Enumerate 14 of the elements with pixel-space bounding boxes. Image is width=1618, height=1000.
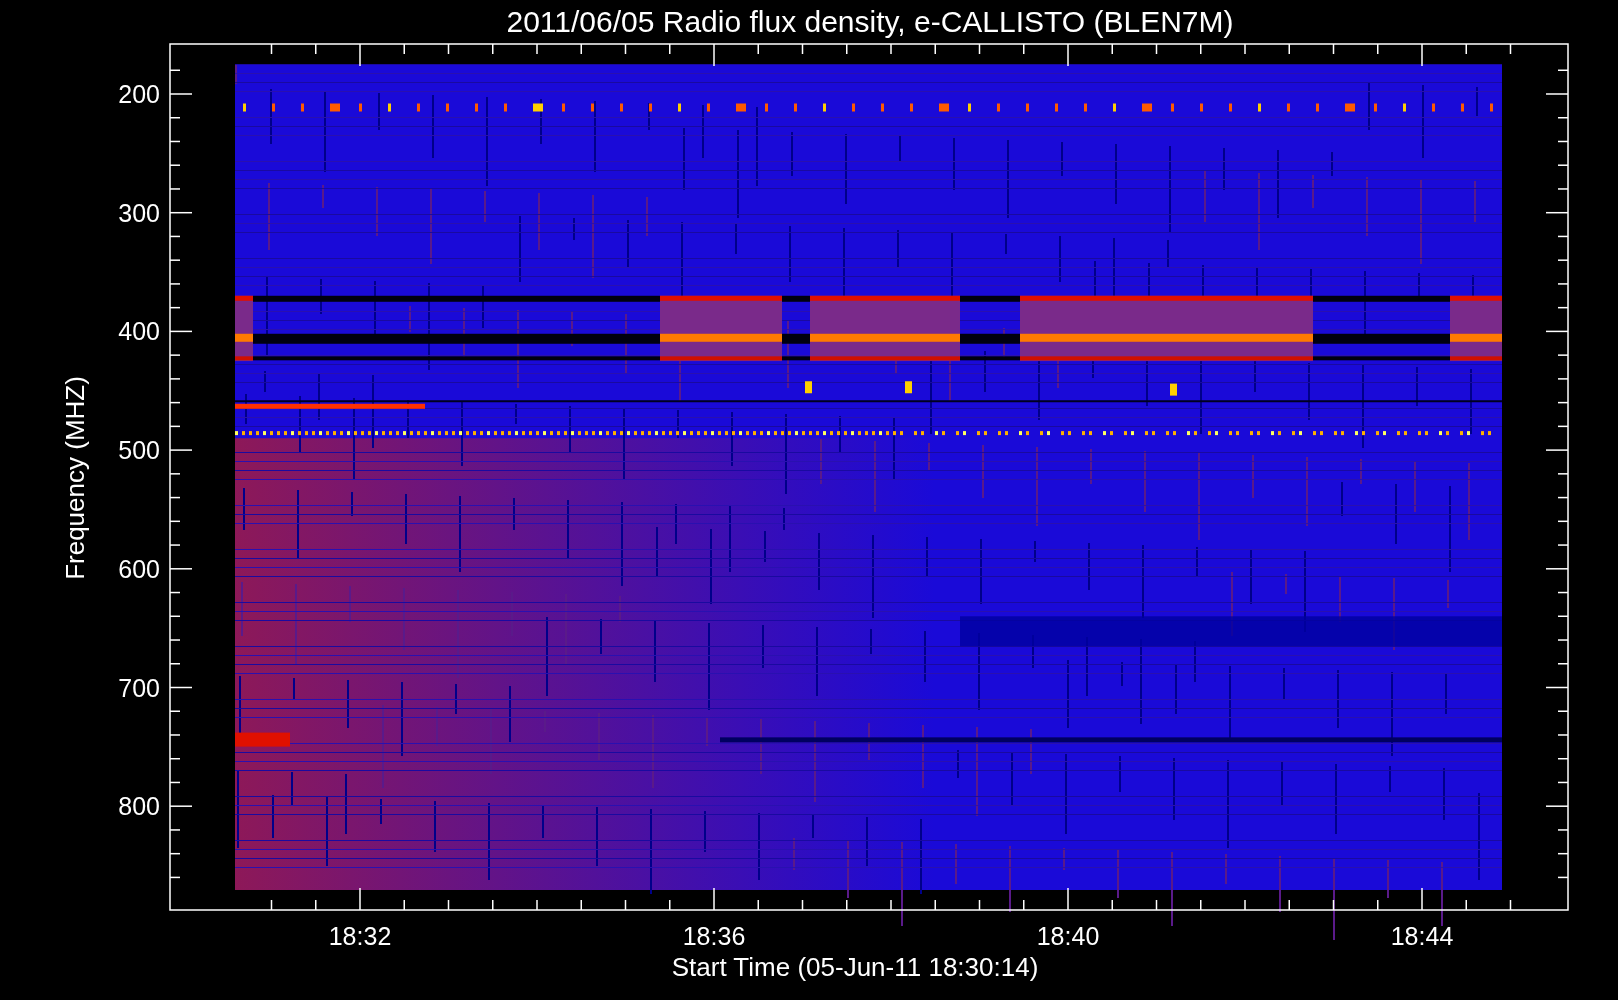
x-tick-label: 18:44 (1390, 922, 1454, 950)
y-tick-label: 300 (118, 198, 160, 227)
y-tick-label: 200 (118, 80, 160, 108)
x-tick-label: 18:40 (1036, 922, 1100, 950)
y-tick-label: 800 (118, 792, 160, 821)
y-tick-label: 700 (118, 673, 160, 702)
y-tick-label: 600 (118, 554, 160, 583)
x-tick-label: 18:36 (682, 922, 746, 950)
y-tick-label: 500 (118, 436, 160, 465)
x-tick-label: 18:32 (328, 922, 392, 950)
y-tick-label: 400 (118, 317, 160, 346)
x-axis-label: Start Time (05-Jun-11 18:30:14) (671, 952, 1039, 982)
y-axis-label: Frequency (MHZ) (60, 376, 90, 580)
plot-title: 2011/06/05 Radio flux density, e-CALLISTO (BLEN7M) (506, 5, 1234, 38)
